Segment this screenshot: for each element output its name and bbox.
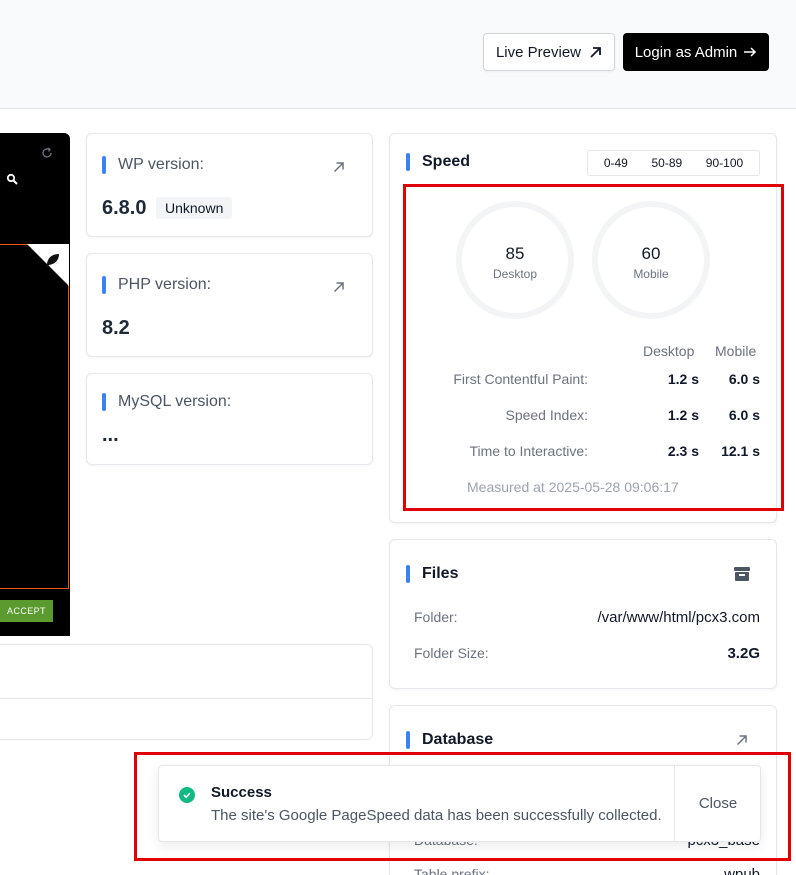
login-as-admin-label: Login as Admin [634,43,738,61]
folder-label: Folder: [414,609,458,625]
speed-card [389,133,777,523]
metric-label: First Contentful Paint: [453,371,588,387]
speed-title: Speed [406,153,470,171]
mobile-score-label: Mobile [633,267,669,281]
external-link-icon[interactable] [333,281,345,293]
metric-mobile-value: 12.1 s [721,443,760,459]
success-toast: Success The site's Google PageSpeed data… [158,765,761,842]
folder-size-value: 3.2G [727,645,760,662]
mysql-version-card: MySQL version: ... [86,373,373,465]
php-version-value: 8.2 [102,317,130,339]
speed-legend: 0-49 50-89 90-100 [587,150,760,176]
wp-version-status-badge: Unknown [156,197,233,219]
toast-close-button[interactable]: Close [675,766,761,841]
php-version-label: PHP version: [102,276,211,294]
metric-mobile-value: 6.0 s [728,371,760,387]
mobile-score: 60 [641,244,661,263]
metric-desktop-value: 1.2 s [667,371,699,387]
external-link-icon[interactable] [736,734,748,746]
files-title: Files [406,565,458,583]
top-header: Live Preview Login as Admin [0,0,796,109]
check-circle-icon [179,787,195,803]
desktop-score-label: Desktop [492,267,538,281]
desktop-score-gauge: 85 Desktop [455,200,575,320]
table-prefix-value: wpub [724,866,760,875]
login-as-admin-button[interactable]: Login as Admin [623,33,769,71]
column-header-mobile: Mobile [715,343,757,359]
preview-content-frame [0,244,69,589]
mysql-version-label: MySQL version: [102,393,231,411]
metric-label: Speed Index: [505,407,588,423]
wp-version-label: WP version: [102,156,204,174]
metric-mobile-value: 6.0 s [728,407,760,423]
folder-size-label: Folder Size: [414,645,489,661]
reload-icon[interactable] [40,146,54,160]
column-header-desktop: Desktop [643,343,695,359]
database-title: Database [406,731,493,749]
external-link-icon[interactable] [333,161,345,173]
external-arrow-icon [590,46,601,58]
info-row-1 [0,644,373,699]
metric-desktop-value: 1.2 s [667,407,699,423]
desktop-score: 85 [505,244,525,263]
cookie-accept-button[interactable]: ACCEPT [0,600,53,622]
folder-value: /var/www/html/pcx3.com [597,609,760,626]
wp-version-card: WP version: 6.8.0 Unknown [86,133,373,237]
php-version-card: PHP version: 8.2 [86,253,373,357]
toast-title: Success [211,784,272,801]
leaf-icon [45,254,59,268]
metric-label: Time to Interactive: [469,443,588,459]
wp-version-value: 6.8.0 [102,197,147,219]
arrow-right-icon [744,47,757,57]
mysql-version-value: ... [102,424,119,446]
legend-range-high: 90-100 [705,156,744,170]
live-preview-button[interactable]: Live Preview [483,33,615,71]
toast-message: The site's Google PageSpeed data has bee… [211,807,662,824]
legend-range-low: 0-49 [603,156,628,170]
metric-desktop-value: 2.3 s [667,443,699,459]
info-row-2 [0,698,373,740]
table-prefix-label: Table prefix: [414,866,490,875]
legend-range-mid: 50-89 [651,156,683,170]
search-icon[interactable] [6,173,18,185]
mobile-score-gauge: 60 Mobile [591,200,711,320]
site-preview[interactable]: ACCEPT [0,133,70,636]
live-preview-label: Live Preview [495,43,582,61]
measured-timestamp: Measured at 2025-05-28 09:06:17 [467,479,679,495]
archive-icon[interactable] [733,566,751,582]
